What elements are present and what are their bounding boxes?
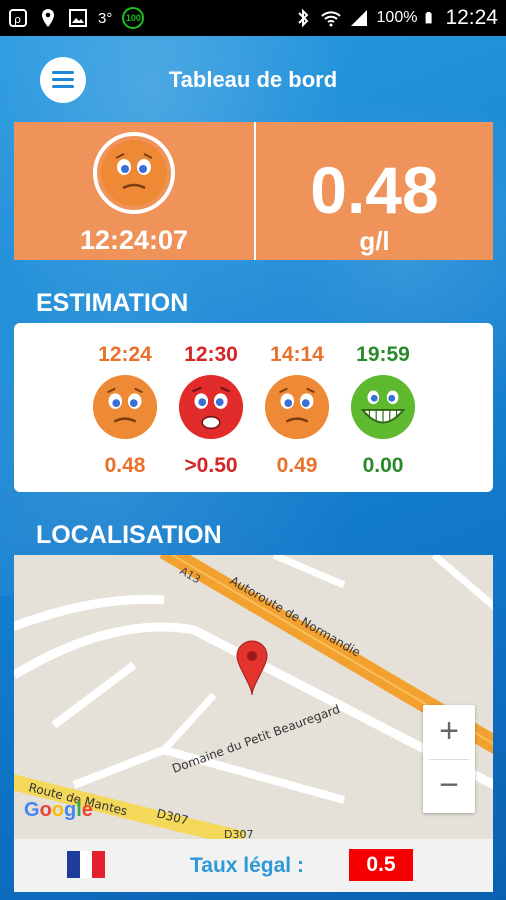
- bluetooth-icon: [297, 8, 308, 28]
- status-bar: ρ 3° 100 100% 12:24: [0, 0, 506, 36]
- clock: 12:24: [445, 6, 498, 29]
- estimation-value: 0.49: [276, 454, 318, 477]
- map-roads: A13 Autoroute de Normandie Domaine du Pe…: [14, 555, 493, 839]
- estimation-time: 14:14: [270, 343, 324, 366]
- legal-limit-value: 0.5: [349, 849, 413, 881]
- battery-icon: [426, 12, 433, 24]
- temperature-text: 3°: [98, 9, 113, 27]
- worried-face-icon: [101, 140, 167, 206]
- estimation-card: 12:24 0.48 12:30 >0.50 14:14 0.49 19:59 …: [14, 323, 493, 492]
- current-level-card: 12:24:07 0.48 g/l: [14, 122, 493, 260]
- estimation-value: 0.48: [104, 454, 146, 477]
- estimation-time: 19:59: [356, 343, 410, 366]
- svg-text:ρ: ρ: [14, 13, 21, 26]
- map-label-d307-2: D307: [224, 828, 253, 839]
- page-title: Tableau de bord: [168, 67, 338, 92]
- legal-limit-bar: Taux légal : 0.5: [14, 839, 493, 892]
- estimation-value: 0.00: [362, 454, 404, 477]
- estimation-value: >0.50: [184, 454, 238, 477]
- current-value: 0.48: [310, 153, 439, 227]
- happy-face-icon: [350, 374, 416, 440]
- zoom-controls: + −: [423, 705, 475, 813]
- map-pin-icon[interactable]: [236, 640, 268, 696]
- location-icon: [42, 9, 54, 27]
- zoom-out-button[interactable]: −: [423, 759, 475, 813]
- image-icon: [69, 9, 87, 27]
- battery-saver-icon: 100: [122, 7, 145, 29]
- current-time: 12:24:07: [79, 225, 189, 255]
- legal-limit-label: Taux légal :: [190, 854, 304, 877]
- worried-face-icon: [92, 374, 158, 440]
- france-flag-icon[interactable]: [67, 851, 106, 878]
- battery-percent: 100%: [376, 9, 418, 26]
- map-view[interactable]: A13 Autoroute de Normandie Domaine du Pe…: [14, 555, 493, 839]
- google-logo: Google: [24, 799, 93, 821]
- worried-face-icon: [264, 374, 330, 440]
- wifi-icon: [320, 11, 341, 27]
- localisation-heading: LOCALISATION: [36, 521, 222, 549]
- estimation-time: 12:24: [98, 343, 152, 366]
- badge-text: 100: [125, 13, 141, 23]
- current-mood-face: [93, 132, 175, 214]
- chat-icon: ρ: [9, 9, 27, 27]
- zoom-in-button[interactable]: +: [423, 705, 475, 759]
- app-header: Tableau de bord: [0, 36, 506, 122]
- current-unit: g/l: [359, 226, 390, 256]
- estimation-heading: ESTIMATION: [36, 289, 189, 317]
- shocked-face-icon: [178, 374, 244, 440]
- signal-icon: [350, 10, 367, 26]
- estimation-time: 12:30: [184, 343, 238, 366]
